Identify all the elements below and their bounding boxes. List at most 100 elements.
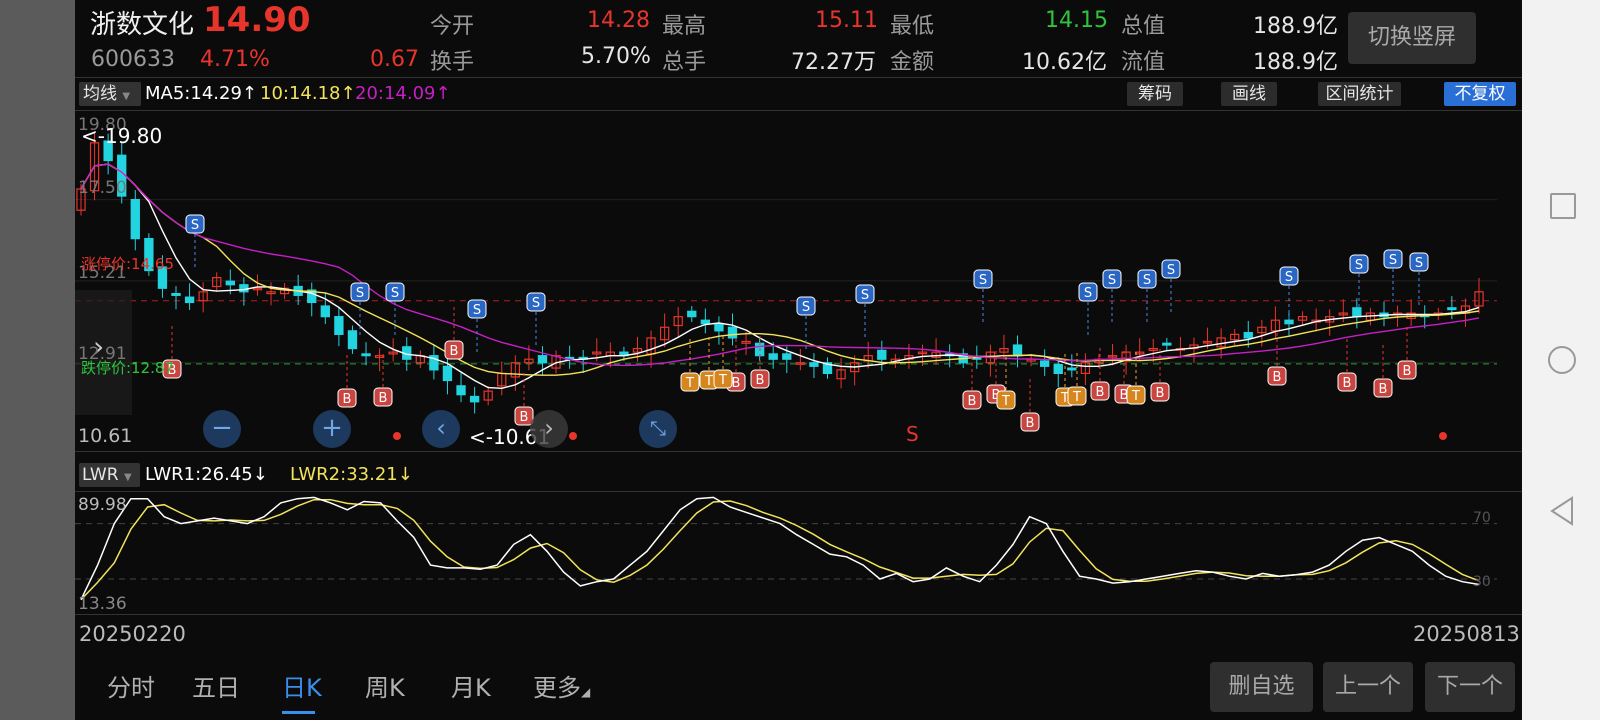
signal-letter: S — [1084, 286, 1092, 301]
ma-selector-label: 均线 — [83, 84, 117, 104]
signal-letter: T — [718, 373, 727, 388]
candle-body — [1447, 307, 1457, 311]
ma20-value: 20:14.09↑ — [355, 83, 451, 104]
lwr2-line — [80, 498, 1480, 601]
signal-letter: S — [191, 218, 199, 233]
ma5-line — [80, 163, 1480, 390]
lwr-chart[interactable] — [75, 492, 1497, 614]
next-stock-button[interactable]: 下一个 — [1425, 662, 1515, 712]
candle-body — [1067, 367, 1077, 371]
high-value: 15.11 — [815, 8, 878, 33]
corner-caret-icon: ◢ — [581, 685, 591, 699]
volume-label: 总手 — [662, 50, 707, 75]
draw-line-button[interactable]: 画线 — [1221, 82, 1277, 106]
signal-letter: S — [1415, 256, 1423, 271]
signal-letter: S — [356, 286, 364, 301]
lwr1-line — [80, 496, 1480, 601]
signal-letter: S — [391, 286, 399, 301]
signal-letter: T — [1072, 390, 1081, 405]
signal-letter: B — [732, 376, 741, 391]
ma5-value: MA5:14.29↑ — [145, 83, 257, 104]
signal-letter: B — [379, 391, 388, 406]
tab-minute[interactable]: 分时 — [107, 668, 155, 703]
signal-letter: B — [1156, 386, 1165, 401]
limit-up-label: 涨停价:14.65 — [81, 255, 174, 273]
candle-body — [877, 349, 887, 360]
signal-markers: SS SS S SSSSS SS SS S SBB BBBB BB BBB B BB B BBT T TT T T T — [162, 214, 1447, 440]
header-divider — [75, 77, 1522, 78]
signal-letter: S — [1167, 263, 1175, 278]
zoom-out-icon[interactable]: − — [203, 410, 241, 448]
lwr-axis-70: 70 — [1473, 510, 1491, 526]
candle-body — [1053, 363, 1063, 375]
open-label: 今开 — [430, 14, 475, 39]
limit-down-label: 跌停价:12.87 — [81, 359, 174, 377]
signal-letter: S — [1355, 258, 1363, 273]
active-tab-indicator — [282, 711, 315, 714]
candle-body — [334, 316, 344, 335]
kline-chart[interactable]: SS SS S SSSSS SS SS S SBB BBBB BB BBB B BB B BBT T TT T T T — [75, 112, 1497, 450]
range-stats-button[interactable]: 区间统计 — [1318, 82, 1401, 106]
candle-body — [1243, 332, 1253, 339]
signal-dot — [569, 432, 577, 440]
shrink-icon[interactable]: ⤡ — [639, 410, 677, 448]
tab-monthly-k[interactable]: 月K — [451, 668, 491, 703]
lwr-axis-top: 89.98 — [78, 495, 127, 515]
tab-weekly-k[interactable]: 周K — [365, 668, 405, 703]
dropdown-caret-icon: ▼ — [123, 472, 132, 483]
candle-body — [1162, 342, 1172, 346]
signal-letter: S — [532, 296, 540, 311]
tab-daily-k[interactable]: 日K — [282, 668, 322, 703]
back-icon[interactable] — [1548, 496, 1576, 526]
start-date: 20250220 — [79, 622, 186, 646]
signal-letter: B — [343, 392, 352, 407]
candle-body — [809, 362, 819, 367]
stock-code: 600633 — [91, 47, 175, 72]
change-percent: 4.71% — [200, 47, 270, 72]
signal-letter: B — [1343, 376, 1352, 391]
candle-body — [184, 296, 195, 304]
candle-body — [727, 326, 738, 339]
remove-watchlist-button[interactable]: 删自选 — [1210, 662, 1313, 712]
float-mv-label: 流值 — [1121, 50, 1166, 75]
candle-body — [171, 292, 181, 296]
signal-letter: S — [979, 273, 987, 288]
change-amount: 0.67 — [370, 47, 419, 72]
switch-portrait-button[interactable]: 切换竖屏 — [1348, 12, 1476, 64]
low-value: 14.15 — [1045, 8, 1108, 33]
signal-letter: B — [1026, 416, 1035, 431]
candle-body — [347, 330, 358, 350]
candle-body — [469, 395, 480, 403]
candle-body — [1352, 307, 1362, 318]
float-mv-value: 188.9亿 — [1253, 50, 1338, 75]
signal-letter: S — [1389, 253, 1397, 268]
signal-letter: S — [1285, 270, 1293, 285]
signal-dot — [1439, 432, 1447, 440]
tab-more-label: 更多 — [533, 674, 581, 702]
signal-letter: S — [802, 300, 810, 315]
tab-more[interactable]: 更多◢ — [533, 668, 590, 703]
home-icon[interactable] — [1548, 346, 1576, 374]
previous-stock-button[interactable]: 上一个 — [1323, 662, 1413, 712]
recent-apps-icon[interactable] — [1550, 193, 1576, 219]
current-price: 14.90 — [203, 0, 311, 40]
stock-name: 浙数文化 — [90, 10, 195, 40]
lwr-selector[interactable]: LWR ▼ — [79, 463, 140, 487]
signal-letter: T — [1001, 394, 1010, 409]
scroll-left-icon[interactable]: ‹ — [422, 410, 460, 448]
candle-body — [1012, 344, 1023, 357]
no-adjust-button[interactable]: 不复权 — [1444, 82, 1516, 106]
zoom-in-icon[interactable]: + — [313, 410, 351, 448]
chips-button[interactable]: 筹码 — [1127, 82, 1183, 106]
tab-five-day[interactable]: 五日 — [192, 668, 240, 703]
candle-body — [320, 305, 330, 318]
system-nav-bar — [1522, 0, 1600, 720]
end-date: 20250813 — [1413, 622, 1520, 646]
signal-letter: B — [1096, 385, 1105, 400]
signal-letter: B — [1273, 370, 1282, 385]
ma-selector[interactable]: 均线 ▼ — [79, 82, 141, 106]
total-mv-value: 188.9亿 — [1253, 14, 1338, 39]
signal-letter: T — [704, 374, 713, 389]
signal-letter: S — [861, 288, 869, 303]
scroll-right-icon[interactable]: › — [530, 410, 568, 448]
